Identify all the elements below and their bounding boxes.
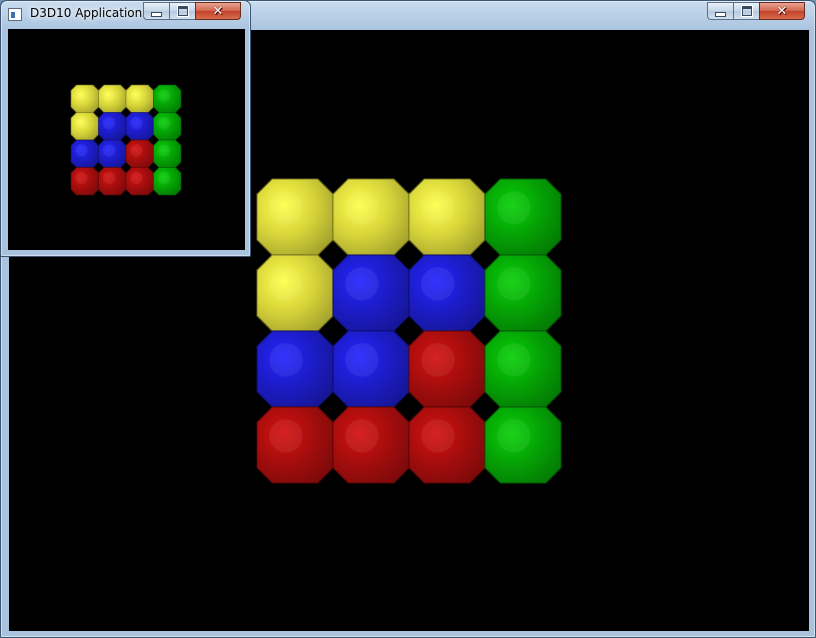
close-icon: ✕ xyxy=(212,3,224,19)
tile-highlight xyxy=(497,419,531,453)
child-title-bar[interactable]: D3D10 Application ✕ xyxy=(1,1,250,29)
child-maximize-button[interactable] xyxy=(169,2,195,20)
tile-highlight xyxy=(130,89,143,102)
tile-highlight xyxy=(102,89,115,102)
d3d10-application-window: D3D10 Application ✕ xyxy=(0,0,251,257)
tile-highlight xyxy=(269,419,303,453)
child-render-viewport[interactable] xyxy=(8,29,245,250)
tile-highlight xyxy=(102,144,115,157)
tile-highlight xyxy=(497,191,531,225)
tile-highlight xyxy=(269,343,303,377)
tile-highlight xyxy=(102,171,115,184)
tile-highlight xyxy=(130,116,143,129)
child-scene xyxy=(70,84,182,196)
tile-highlight xyxy=(102,116,115,129)
tile-highlight xyxy=(75,144,88,157)
tile-highlight xyxy=(157,144,170,157)
main-minimize-button[interactable] xyxy=(707,2,733,20)
minimize-icon xyxy=(715,11,726,17)
maximize-icon xyxy=(177,6,188,16)
tile-highlight xyxy=(157,171,170,184)
child-close-button[interactable]: ✕ xyxy=(195,2,241,20)
tile-highlight xyxy=(157,116,170,129)
tile-highlight xyxy=(345,343,379,377)
tile-highlight xyxy=(345,267,379,301)
tile-highlight xyxy=(421,267,455,301)
window-app-icon xyxy=(8,8,22,21)
tile-highlight xyxy=(421,191,455,225)
tile-highlight xyxy=(345,419,379,453)
tile-highlight xyxy=(497,343,531,377)
tile-highlight xyxy=(75,116,88,129)
tile-highlight xyxy=(497,267,531,301)
main-close-button[interactable]: ✕ xyxy=(759,2,805,20)
tile-highlight xyxy=(269,191,303,225)
child-caption-buttons: ✕ xyxy=(143,2,241,20)
maximize-icon xyxy=(741,6,752,16)
main-maximize-button[interactable] xyxy=(733,2,759,20)
tile-highlight xyxy=(345,191,379,225)
tile-highlight xyxy=(421,343,455,377)
minimize-icon xyxy=(151,11,162,17)
tile-highlight xyxy=(269,267,303,301)
child-minimize-button[interactable] xyxy=(143,2,169,20)
tile-highlight xyxy=(130,144,143,157)
tile-highlight xyxy=(130,171,143,184)
close-icon: ✕ xyxy=(776,3,788,19)
tile-highlight xyxy=(75,89,88,102)
main-caption-buttons: ✕ xyxy=(707,2,805,20)
tile-highlight xyxy=(157,89,170,102)
tile-highlight xyxy=(75,171,88,184)
tile-highlight xyxy=(421,419,455,453)
child-window-title: D3D10 Application xyxy=(30,6,143,20)
